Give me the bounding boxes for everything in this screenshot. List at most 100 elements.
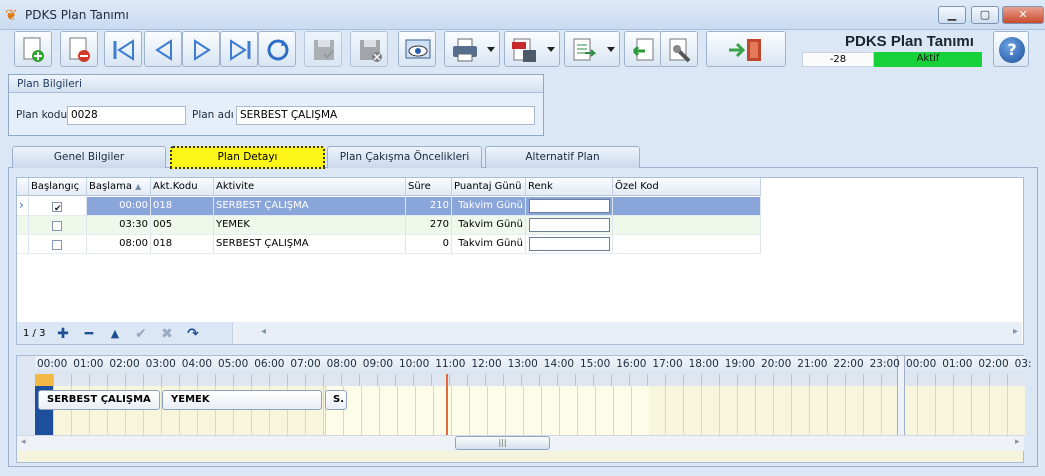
duration-cell[interactable]: 0 xyxy=(406,235,452,254)
tab-plan-detayi[interactable]: Plan Detayı xyxy=(170,146,325,169)
page-title: PDKS Plan Tanımı xyxy=(845,33,974,50)
column-header[interactable]: Akt.Kodu xyxy=(151,178,214,196)
plan-name-field[interactable]: SERBEST ÇALIŞMA xyxy=(236,106,535,125)
special-code-cell[interactable] xyxy=(613,235,761,254)
cancel-icon[interactable]: ✖ xyxy=(158,326,176,342)
color-cell[interactable] xyxy=(526,216,613,235)
day-cell[interactable]: Takvim Günü xyxy=(452,216,526,235)
color-swatch[interactable] xyxy=(529,218,610,232)
remove-icon[interactable]: ━ xyxy=(80,326,98,342)
first-record-button[interactable] xyxy=(104,31,142,67)
activity-cell[interactable]: YEMEK xyxy=(214,216,406,235)
first-icon xyxy=(113,39,134,61)
column-header[interactable]: Aktivite xyxy=(214,178,406,196)
duration-cell[interactable]: 210 xyxy=(406,197,452,216)
time-cell[interactable]: 08:00 xyxy=(87,235,151,254)
new-button[interactable] xyxy=(14,31,52,67)
day-cell[interactable]: Takvim Günü xyxy=(452,197,526,216)
check-icon: ✔ xyxy=(54,204,62,214)
start-checkbox[interactable] xyxy=(52,240,62,250)
last-record-button[interactable] xyxy=(220,31,258,67)
start-checkbox[interactable]: ✔ xyxy=(52,202,62,214)
column-header[interactable]: Özel Kod xyxy=(613,178,761,196)
help-button[interactable]: ? xyxy=(993,31,1029,67)
hour-label: 16:00 xyxy=(616,358,647,370)
special-code-cell[interactable] xyxy=(613,197,761,216)
start-cell xyxy=(29,235,87,254)
sort-asc-icon: ▲ xyxy=(135,182,142,191)
exit-button[interactable] xyxy=(706,31,786,67)
pdf-export-button[interactable] xyxy=(504,31,560,67)
save-button[interactable] xyxy=(304,31,342,67)
tab-alternatif-plan[interactable]: Alternatif Plan xyxy=(485,146,640,168)
color-swatch[interactable] xyxy=(529,237,610,251)
excel-export-icon xyxy=(573,38,597,61)
maximize-button[interactable]: ▢ xyxy=(971,6,999,24)
close-button[interactable]: ✕ xyxy=(1002,6,1044,24)
hour-label: 12:00 xyxy=(471,358,502,370)
import-button[interactable] xyxy=(624,31,662,67)
column-header[interactable]: Renk xyxy=(526,178,613,196)
column-header[interactable]: Başlangıç xyxy=(29,178,87,196)
column-header[interactable]: Başlama ▲ xyxy=(87,178,151,196)
activity-cell[interactable]: SERBEST ÇALIŞMA xyxy=(214,235,406,254)
activity-cell[interactable]: SERBEST ÇALIŞMA xyxy=(214,197,406,216)
window-title: PDKS Plan Tanımı xyxy=(25,8,129,22)
minimize-button[interactable]: ▁ xyxy=(938,6,966,24)
timeline-scroll-left-icon[interactable]: ◂ xyxy=(21,437,26,447)
excel-export-button[interactable] xyxy=(564,31,620,67)
appointment-yemek[interactable]: YEMEK xyxy=(162,390,322,410)
table-row[interactable]: › ✔ 00:00 018 SERBEST ÇALIŞMA 210 Takvim… xyxy=(17,197,761,216)
time-cell[interactable]: 03:30 xyxy=(87,216,151,235)
color-swatch[interactable] xyxy=(529,199,610,213)
hour-label: 14:00 xyxy=(543,358,575,370)
start-checkbox[interactable] xyxy=(52,221,62,231)
tab-plan-cakisma[interactable]: Plan Çakışma Öncelikleri xyxy=(327,146,482,168)
code-cell[interactable]: 005 xyxy=(151,216,214,235)
color-cell[interactable] xyxy=(526,235,613,254)
print-button[interactable] xyxy=(444,31,500,67)
day-cell[interactable]: Takvim Günü xyxy=(452,235,526,254)
row-indicator xyxy=(17,235,29,254)
hour-label: 00:00 xyxy=(37,358,68,370)
scroll-right-icon[interactable]: ▸ xyxy=(1013,326,1018,337)
settings-button[interactable] xyxy=(660,31,698,67)
up-icon[interactable]: ▲ xyxy=(106,326,124,342)
table-row[interactable]: 03:30 005 YEMEK 270 Takvim Günü xyxy=(17,216,761,235)
save-icon xyxy=(314,40,334,60)
next-record-button[interactable] xyxy=(182,31,220,67)
appointment-serbest[interactable]: SERBEST ÇALIŞMA xyxy=(38,390,160,410)
tab-genel-bilgiler[interactable]: Genel Bilgiler xyxy=(12,146,166,168)
timeline-scroll-right-icon[interactable]: ▸ xyxy=(1015,437,1020,447)
preview-button[interactable] xyxy=(398,31,436,67)
table-row[interactable]: 08:00 018 SERBEST ÇALIŞMA 0 Takvim Günü xyxy=(17,235,761,254)
redo-icon[interactable]: ↷ xyxy=(184,326,202,342)
pdf-export-icon xyxy=(512,38,536,62)
plan-code-field[interactable]: 0028 xyxy=(67,106,186,125)
duration-cell[interactable]: 270 xyxy=(406,216,452,235)
horizontal-scrollbar[interactable]: ◂ ▸ xyxy=(232,322,1022,344)
new-icon xyxy=(23,37,44,62)
print-icon xyxy=(453,38,477,62)
hour-label: 18:00 xyxy=(688,358,719,370)
column-header[interactable]: Süre xyxy=(406,178,452,196)
cancel-save-button[interactable] xyxy=(350,31,388,67)
delete-button[interactable] xyxy=(60,31,98,67)
time-cell[interactable]: 00:00 xyxy=(87,197,151,216)
scroll-left-icon[interactable]: ◂ xyxy=(261,326,266,337)
confirm-icon[interactable]: ✔ xyxy=(132,326,150,342)
color-cell[interactable] xyxy=(526,197,613,216)
prev-record-button[interactable] xyxy=(144,31,182,67)
special-code-cell[interactable] xyxy=(613,216,761,235)
column-header[interactable]: Puantaj Günü xyxy=(452,178,526,196)
timeline-scroll-thumb[interactable]: ||| xyxy=(455,436,550,450)
add-icon[interactable]: ✚ xyxy=(54,326,72,342)
code-cell[interactable]: 018 xyxy=(151,197,214,216)
status-badge: Aktif xyxy=(874,52,982,67)
refresh-button[interactable] xyxy=(258,31,296,67)
hour-label: 01:00 xyxy=(73,358,104,370)
next-icon xyxy=(194,39,211,61)
appointment-serbest-2[interactable]: S. xyxy=(325,390,347,410)
code-cell[interactable]: 018 xyxy=(151,235,214,254)
hour-label: 08:00 xyxy=(326,358,357,370)
